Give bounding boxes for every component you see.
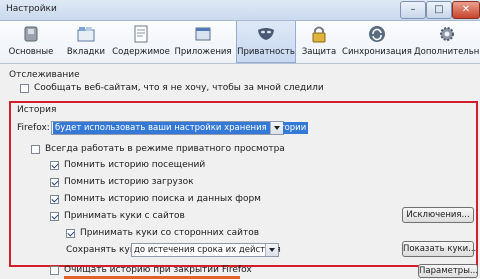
tab-security[interactable]: Защита (298, 21, 340, 63)
third-party-cookies-checkbox[interactable] (66, 229, 75, 238)
remember-browsing-checkbox[interactable] (50, 161, 59, 170)
minimize-button[interactable]: – (400, 1, 426, 19)
remember-downloads-checkbox[interactable] (50, 178, 59, 187)
preferences-toolbar: Основные Вкладки Содержимое Приложения П… (0, 21, 480, 64)
maximize-button[interactable]: □ (426, 1, 452, 19)
third-party-cookies-label: Принимать куки со сторонних сайтов (80, 228, 260, 238)
history-mode-select[interactable]: будет использовать ваши настройки хранен… (51, 121, 309, 135)
do-not-track-label: Сообщать веб-сайтам, что я не хочу, чтоб… (34, 83, 324, 93)
tab-general[interactable]: Основные (2, 21, 60, 63)
chevron-down-icon (270, 122, 283, 134)
remember-browsing-label: Помнить историю посещений (64, 160, 206, 170)
tab-advanced[interactable]: Дополнительные (414, 21, 480, 63)
accept-cookies-checkbox[interactable] (50, 212, 59, 221)
tab-content-label: Содержимое (112, 47, 170, 57)
tab-sync[interactable]: Синхронизация (342, 21, 412, 63)
show-cookies-button[interactable]: Показать куки... (402, 241, 476, 257)
lock-icon (312, 26, 326, 43)
tab-privacy-label: Приватность (237, 47, 295, 57)
tab-privacy[interactable]: Приватность (236, 21, 296, 63)
remember-search-forms-label: Помнить историю поиска и данных форм (64, 194, 261, 204)
tab-tabs[interactable]: Вкладки (62, 21, 110, 63)
keep-cookies-select[interactable]: до истечения срока их действия (131, 243, 281, 257)
always-private-label: Всегда работать в режиме приватного прос… (45, 144, 285, 154)
switch-icon (24, 26, 38, 42)
tab-tabs-label: Вкладки (66, 47, 106, 57)
exceptions-button[interactable]: Исключения... (402, 207, 474, 223)
close-button[interactable]: ✕ (452, 1, 480, 19)
history-heading: История (17, 105, 57, 115)
tab-security-label: Защита (301, 47, 337, 57)
clear-on-close-label: Очищать историю при закрытии Firefox (64, 265, 252, 275)
always-private-checkbox[interactable] (31, 145, 40, 154)
tab-advanced-label: Дополнительные (414, 47, 480, 57)
title-bar: Настройки – □ ✕ (0, 0, 480, 21)
tab-applications[interactable]: Приложения (173, 21, 233, 63)
remember-downloads-label: Помнить историю загрузок (64, 177, 194, 187)
chevron-down-icon (265, 244, 278, 256)
sync-icon (369, 26, 385, 42)
tabs-icon (77, 27, 95, 42)
remember-search-forms-checkbox[interactable] (50, 195, 59, 204)
firefox-label: Firefox: (17, 123, 50, 133)
mask-icon (258, 28, 274, 40)
tab-applications-label: Приложения (174, 47, 232, 57)
apps-icon (195, 27, 211, 41)
clear-settings-button[interactable]: Параметры... (418, 264, 478, 278)
gear-icon (440, 27, 454, 41)
tab-sync-label: Синхронизация (342, 47, 412, 57)
document-icon (134, 25, 148, 43)
tracking-heading: Отслеживание (9, 70, 80, 80)
clear-on-close-checkbox[interactable] (50, 266, 59, 275)
accept-cookies-label: Принимать куки с сайтов (64, 211, 185, 221)
tab-general-label: Основные (8, 47, 54, 57)
keep-cookies-value: до истечения срока их действия (134, 245, 281, 255)
window-title: Настройки (6, 4, 57, 14)
tab-content[interactable]: Содержимое (112, 21, 170, 63)
do-not-track-checkbox[interactable] (20, 84, 29, 93)
